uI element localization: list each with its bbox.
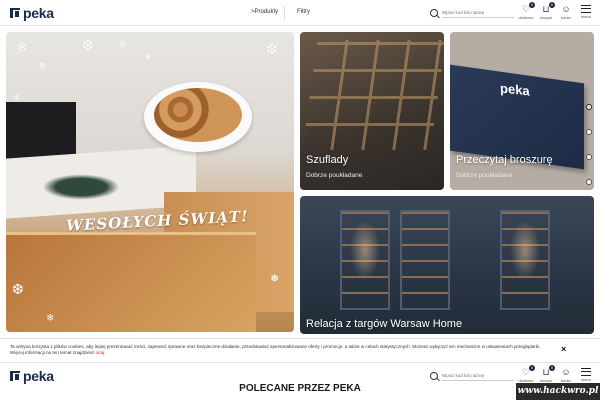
snowflake-icon: ❄ — [16, 39, 28, 55]
nav-filters-link[interactable]: Filtry — [297, 9, 310, 15]
search-icon[interactable] — [430, 372, 438, 380]
menu-label: menu — [580, 14, 591, 19]
search-bar — [430, 371, 514, 381]
search-input[interactable] — [442, 8, 514, 18]
account-button[interactable]: ☺ konto — [558, 367, 574, 383]
slider-pagination — [586, 104, 592, 204]
slider-dot[interactable] — [586, 104, 592, 110]
heart-icon: ♡ 0 — [521, 2, 535, 14]
hero-christmas-banner[interactable]: ❄ ❅ ❆ ❄ ❅ ❆ ❄ ❅ ❆ ❄ WESOŁYCH ŚWIĄT! — [6, 32, 294, 332]
cart-icon: ⊔ 0 — [542, 365, 555, 377]
hamburger-icon — [581, 368, 591, 376]
top-header: peka >Produkty Filtry ♡0 ulubione ⊔0 kos… — [0, 0, 600, 26]
pine-branch-image — [36, 172, 126, 202]
menu-button[interactable]: menu — [578, 4, 594, 19]
cart-button[interactable]: ⊔ 0 koszyk — [538, 365, 555, 383]
menu-button[interactable]: menu — [578, 367, 594, 382]
snowflake-icon: ❅ — [144, 52, 152, 62]
logo[interactable]: peka — [10, 6, 54, 20]
snowflake-icon: ❄ — [118, 39, 128, 51]
account-label: konto — [561, 15, 571, 20]
tile-szuflady[interactable]: Szuflady Dobrze poukładane — [300, 32, 444, 190]
menu-label: menu — [580, 377, 591, 382]
favorites-button[interactable]: ♡ 0 ulubione — [518, 365, 535, 383]
cinnamon-rolls-image — [144, 82, 252, 152]
drawer-image — [6, 232, 256, 332]
logo[interactable]: peka — [10, 369, 54, 383]
cart-button[interactable]: ⊔ 0 koszyk — [538, 2, 555, 20]
slider-dot[interactable] — [586, 154, 592, 160]
heart-icon: ♡ 0 — [521, 365, 535, 377]
search-bar — [430, 8, 514, 18]
favorites-label: ulubione — [518, 15, 534, 20]
snowflake-icon: ❄ — [12, 93, 21, 104]
logo-text: peka — [23, 368, 54, 384]
hamburger-icon — [581, 5, 591, 13]
brochure-logo: peka — [499, 80, 530, 99]
account-button[interactable]: ☺ konto — [558, 4, 574, 20]
snowflake-icon: ❄ — [46, 313, 55, 324]
slider-dot[interactable] — [586, 129, 592, 135]
tile-title: Szuflady — [306, 154, 349, 166]
cookie-more-link[interactable]: tutaj — [96, 350, 105, 355]
slider-dot[interactable] — [586, 179, 592, 185]
snowflake-icon: ❅ — [38, 61, 47, 72]
tile-subtitle: Dobrze poukładane — [456, 172, 513, 179]
favorites-count-badge: 0 — [529, 2, 535, 8]
tile-title: Relacja z targów Warsaw Home — [306, 318, 463, 330]
shelf-image — [400, 210, 450, 310]
page: peka >Produkty Filtry ♡0 ulubione ⊔0 kos… — [0, 0, 600, 400]
cart-count-badge: 0 — [549, 365, 555, 371]
logo-mark-icon — [10, 371, 20, 381]
search-input[interactable] — [442, 371, 514, 381]
snowflake-icon: ❅ — [270, 273, 280, 285]
user-icon: ☺ — [561, 367, 571, 377]
light-glow — [350, 220, 380, 280]
cookie-banner: Ta witryna korzysta z plików cookies, ab… — [0, 338, 600, 362]
light-glow — [510, 220, 540, 280]
tile-broszura[interactable]: peka Przeczytaj broszurę Dobrze poukłada… — [450, 32, 594, 190]
tile-warsaw-home[interactable]: Relacja z targów Warsaw Home — [300, 196, 594, 334]
user-icon: ☺ — [561, 4, 571, 14]
logo-text: peka — [23, 5, 54, 21]
cookie-text: Ta witryna korzysta z plików cookies, ab… — [10, 344, 541, 356]
tile-title: Przeczytaj broszurę — [456, 154, 553, 166]
snowflake-icon: ❆ — [266, 41, 278, 57]
logo-mark-icon — [10, 8, 20, 18]
header-divider — [284, 6, 285, 20]
cookie-message: Ta witryna korzysta z plików cookies, ab… — [10, 344, 541, 356]
favorites-button[interactable]: ♡ 0 ulubione — [518, 2, 535, 20]
tile-subtitle: Dobrze poukładane — [306, 172, 363, 179]
recommended-heading: POLECANE PRZEZ PEKA — [239, 383, 361, 394]
snowflake-icon: ❆ — [12, 281, 24, 297]
nav-products-link[interactable]: >Produkty — [251, 9, 278, 15]
search-icon[interactable] — [430, 9, 438, 17]
favorites-count-badge: 0 — [529, 365, 535, 371]
drawer-organizer-image — [302, 40, 444, 150]
snowflake-icon: ❆ — [82, 37, 94, 53]
watermark: www.hackwro.pl — [516, 383, 600, 400]
cart-label: koszyk — [539, 15, 553, 20]
close-icon[interactable]: × — [561, 345, 566, 354]
cart-count-badge: 0 — [549, 2, 555, 8]
cart-icon: ⊔ 0 — [542, 2, 555, 14]
